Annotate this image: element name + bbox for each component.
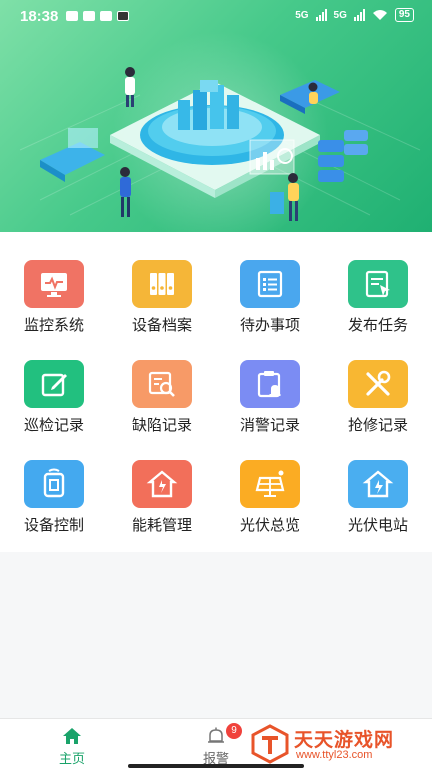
- hero-banner: 18:38 5G 5G 95: [0, 0, 432, 232]
- menu-item-8[interactable]: 抢修记录: [324, 332, 432, 434]
- alarm-clipboard-icon: [240, 360, 300, 408]
- status-time: 18:38: [20, 8, 59, 25]
- menu-item-11[interactable]: 光伏总览: [216, 432, 324, 534]
- chat-notification-icon: [83, 11, 95, 21]
- wifi-icon: [372, 10, 387, 20]
- alarm-bell-icon: [208, 727, 224, 743]
- battery-icon: 95: [394, 8, 414, 22]
- network-label-1: 5G: [295, 9, 309, 21]
- nav-home-label: 主页: [58, 752, 85, 767]
- monitor-icon: [24, 260, 84, 308]
- defect-search-icon: [132, 360, 192, 408]
- menu-item-4[interactable]: 发布任务: [324, 232, 432, 334]
- solar-station-icon: [348, 460, 408, 508]
- menu-item-6[interactable]: 缺陷记录: [108, 332, 216, 434]
- signal-icon-2: [353, 9, 365, 21]
- network-label-2: 5G: [333, 9, 347, 21]
- notification-icons: [66, 11, 129, 21]
- status-bar: 18:38 5G 5G 95: [0, 0, 432, 34]
- menu-item-label: 光伏总览: [239, 516, 300, 534]
- menu-item-12[interactable]: 光伏电站: [324, 432, 432, 534]
- archive-binders-icon: [132, 260, 192, 308]
- menu-item-3[interactable]: 待办事项: [216, 232, 324, 334]
- menu-item-2[interactable]: 设备档案: [108, 232, 216, 334]
- signal-icon: [315, 9, 327, 21]
- nav-home[interactable]: 主页: [2, 719, 142, 768]
- menu-item-1[interactable]: 监控系统: [0, 232, 108, 334]
- menu-item-9[interactable]: 设备控制: [0, 432, 108, 534]
- status-right: 5G 5G 95: [295, 8, 414, 22]
- wechat-notification-icon: [66, 11, 78, 21]
- home-indicator: [128, 764, 304, 768]
- watermark-logo-icon: [251, 724, 289, 764]
- menu-item-7[interactable]: 消警记录: [216, 332, 324, 434]
- energy-house-icon: [132, 460, 192, 508]
- watermark-title: 天天游戏网: [294, 729, 395, 751]
- watermark: 天天游戏网 www.ttyl23.com: [250, 722, 432, 768]
- alarm-badge: 9: [226, 723, 242, 739]
- device-control-icon: [24, 460, 84, 508]
- home-icon: [63, 728, 81, 744]
- repair-tools-icon: [348, 360, 408, 408]
- inspection-edit-icon: [24, 360, 84, 408]
- menu-item-10[interactable]: 能耗管理: [108, 432, 216, 534]
- publish-task-icon: [348, 260, 408, 308]
- menu-item-label: 光伏电站: [347, 516, 408, 534]
- hero-illustration: [19, 67, 421, 221]
- app-screen: 18:38 5G 5G 95 监控系统 设备档案 待办事项 发布任务巡检记录 缺陷记录消…: [0, 0, 432, 768]
- app-notification-icon: [117, 11, 129, 21]
- menu-item-5[interactable]: 巡检记录: [0, 332, 108, 434]
- function-menu: 监控系统 设备档案 待办事项 发布任务巡检记录 缺陷记录 消警记录 抢修记录设备控制 能耗管理…: [0, 232, 432, 552]
- todo-list-icon: [240, 260, 300, 308]
- mail-notification-icon: [100, 11, 112, 21]
- watermark-url: www.ttyl23.com: [296, 749, 373, 761]
- menu-item-label: 设备控制: [23, 516, 84, 534]
- solar-panel-icon: [240, 460, 300, 508]
- menu-item-label: 能耗管理: [131, 516, 192, 534]
